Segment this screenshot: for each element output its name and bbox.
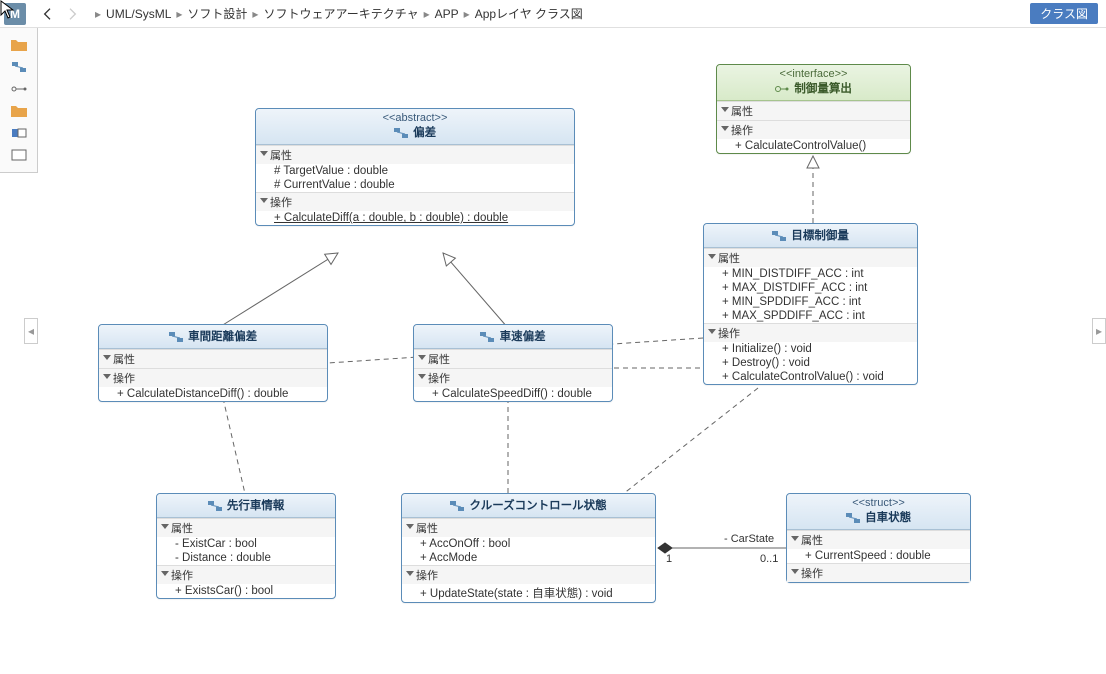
class-hensa[interactable]: <<abstract>> 偏差 属性 # TargetValue : doubl… (255, 108, 575, 226)
nav-forward-button[interactable] (62, 4, 82, 24)
diagram-type-tag[interactable]: クラス図 (1030, 3, 1098, 24)
breadcrumb-item[interactable]: APP (435, 7, 459, 21)
class-icon (772, 231, 786, 241)
class-icon (169, 332, 183, 342)
class-icon (480, 332, 494, 342)
class-shakan[interactable]: 車間距離偏差 属性 操作 + CalculateDistanceDiff() :… (98, 324, 328, 402)
interface-icon (775, 84, 789, 94)
multiplicity-right: 0..1 (760, 553, 778, 565)
rect-icon[interactable] (8, 146, 30, 164)
class-senko[interactable]: 先行車情報 属性 - ExistCar : bool - Distance : … (156, 493, 336, 599)
folder-icon-2[interactable] (8, 102, 30, 120)
class-icon[interactable] (8, 58, 30, 76)
class-header: <<struct>> 自車状態 (787, 494, 970, 530)
right-panel-toggle[interactable]: ▸ (1092, 318, 1106, 344)
multiplicity-left: 1 (666, 553, 672, 565)
class-jisha[interactable]: <<struct>> 自車状態 属性 + CurrentSpeed : doub… (786, 493, 971, 583)
breadcrumb-item[interactable]: Appレイヤ クラス図 (475, 5, 583, 22)
note-icon[interactable] (8, 124, 30, 142)
class-header: 先行車情報 (157, 494, 335, 518)
class-shasoku[interactable]: 車速偏差 属性 操作 + CalculateSpeedDiff() : doub… (413, 324, 613, 402)
nav-back-button[interactable] (38, 4, 58, 24)
class-interface-seigyoryo[interactable]: <<interface>> 制御量算出 属性 操作 + CalculateCon… (716, 64, 911, 154)
class-icon (846, 513, 860, 523)
class-header: クルーズコントロール状態 (402, 494, 655, 518)
class-icon (208, 501, 222, 511)
connector-icon[interactable] (8, 80, 30, 98)
class-cruise[interactable]: クルーズコントロール状態 属性 + AccOnOff : bool + AccM… (401, 493, 656, 603)
diagram-canvas[interactable]: <<abstract>> 偏差 属性 # TargetValue : doubl… (38, 28, 1106, 674)
class-header: <<interface>> 制御量算出 (717, 65, 910, 101)
breadcrumb: ▸ UML/SysML ▸ ソフト設計 ▸ ソフトウェアアーキテクチャ ▸ AP… (92, 5, 583, 22)
breadcrumb-sep: ▸ (95, 7, 101, 21)
app-logo: M (4, 3, 26, 25)
topbar: M ▸ UML/SysML ▸ ソフト設計 ▸ ソフトウェアアーキテクチャ ▸ … (0, 0, 1106, 28)
class-icon (450, 501, 464, 511)
class-header: 車速偏差 (414, 325, 612, 349)
breadcrumb-item[interactable]: UML/SysML (106, 7, 171, 21)
folder-icon[interactable] (8, 36, 30, 54)
class-header: 目標制御量 (704, 224, 917, 248)
breadcrumb-item[interactable]: ソフトウェアアーキテクチャ (263, 5, 418, 22)
class-mokuhyou[interactable]: 目標制御量 属性 + MIN_DISTDIFF_ACC : int + MAX_… (703, 223, 918, 385)
role-label: - CarState (724, 533, 774, 545)
toolbox-panel (0, 28, 38, 173)
class-icon (394, 128, 408, 138)
class-header: 車間距離偏差 (99, 325, 327, 349)
class-header: <<abstract>> 偏差 (256, 109, 574, 145)
left-panel-toggle[interactable]: ◂ (24, 318, 38, 344)
breadcrumb-item[interactable]: ソフト設計 (187, 5, 247, 22)
